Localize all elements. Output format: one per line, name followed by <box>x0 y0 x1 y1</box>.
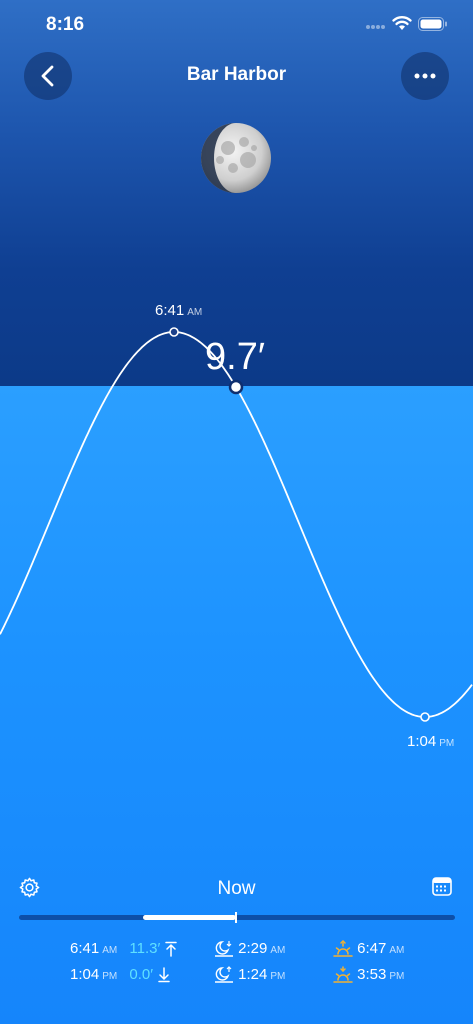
tide-time: 6:41 <box>70 940 100 957</box>
low-tide-row: 1:04 PM 0.0′ <box>70 966 171 983</box>
time-controls: Now <box>0 872 473 904</box>
moon-ampm: AM <box>270 945 286 956</box>
time-slider-fill <box>143 915 236 920</box>
low-tide-label: 1:04 PM <box>407 733 454 750</box>
moonset-row: 2:29 AM <box>214 940 285 958</box>
current-tide-marker <box>228 379 244 395</box>
time-slider[interactable] <box>19 912 455 923</box>
tide-height: 0.0′ <box>129 966 154 983</box>
sun-ampm: AM <box>389 945 405 956</box>
high-tide-label: 6:41 AM <box>155 302 202 319</box>
low-tide-marker <box>420 712 430 722</box>
high-tide-ampm: AM <box>187 307 203 318</box>
moonset-icon <box>215 941 233 957</box>
tide-ampm: PM <box>102 971 118 982</box>
tide-time: 1:04 <box>70 966 100 983</box>
high-tide-time: 6:41 <box>155 302 185 319</box>
moonrise-icon <box>215 966 233 983</box>
high-tide-row: 6:41 AM 11.3′ <box>70 940 178 957</box>
sunset-icon <box>333 966 353 983</box>
calendar-icon[interactable] <box>432 877 452 896</box>
current-height: 9.7′ <box>205 336 265 378</box>
tide-ampm: AM <box>102 945 118 956</box>
sun-ampm: PM <box>389 971 405 982</box>
low-tide-ampm: PM <box>439 738 455 749</box>
tide-height: 11.3′ <box>129 940 161 957</box>
moon-time: 2:29 <box>238 940 268 957</box>
high-tide-marker <box>169 327 179 337</box>
moon-time: 1:24 <box>238 966 268 983</box>
sunset-row: 3:53 PM <box>333 966 404 984</box>
moonrise-row: 1:24 PM <box>214 966 285 984</box>
moon-ampm: PM <box>270 971 286 982</box>
sunrise-row: 6:47 AM <box>333 940 404 958</box>
now-button[interactable]: Now <box>0 878 473 900</box>
down-arrow-icon <box>158 967 170 983</box>
sun-time: 6:47 <box>357 940 387 957</box>
sun-time: 3:53 <box>357 966 387 983</box>
sunrise-icon <box>333 940 353 957</box>
tide-chart <box>0 327 473 722</box>
time-slider-handle[interactable] <box>235 912 237 923</box>
low-tide-time: 1:04 <box>407 733 437 750</box>
up-arrow-icon <box>165 941 178 957</box>
